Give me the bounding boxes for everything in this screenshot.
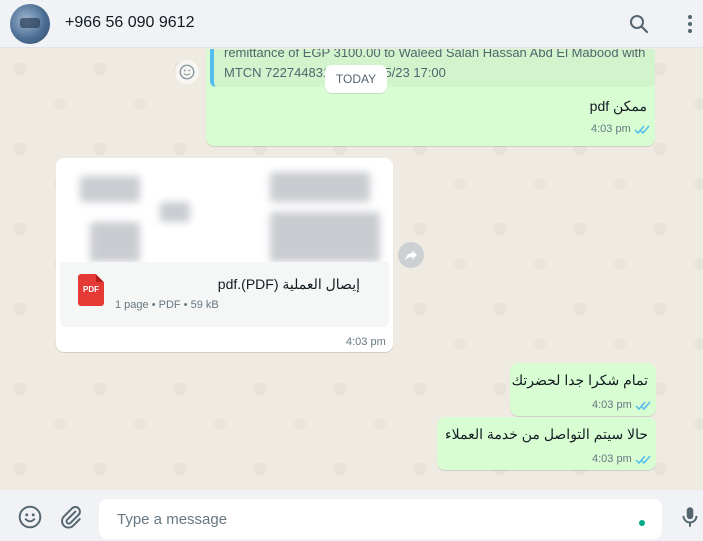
search-icon[interactable] (627, 12, 651, 36)
message-bubble-outgoing[interactable]: حالا سيتم التواصل من خدمة العملاء 4:03 p… (437, 417, 656, 470)
kebab-menu-icon[interactable] (678, 12, 702, 36)
emoji-icon[interactable] (17, 504, 43, 530)
message-input[interactable] (99, 499, 662, 539)
date-separator: TODAY (325, 65, 387, 93)
quoted-text-line: remittance of EGP 3100.00 to Waleed Sala… (224, 49, 646, 60)
quoted-message[interactable]: remittance of EGP 3100.00 to Waleed Sala… (210, 49, 655, 87)
document-preview[interactable] (60, 162, 389, 262)
chat-area: remittance of EGP 3100.00 to Waleed Sala… (0, 49, 703, 490)
emoji-reaction-button[interactable] (175, 60, 199, 84)
message-time: 4:03 pm (592, 453, 632, 465)
message-bubble-incoming-document[interactable]: PDF إيصال العملية (PDF).pdf 1 page • PDF… (56, 158, 393, 352)
contact-avatar[interactable] (10, 4, 50, 44)
message-bubble-outgoing[interactable]: remittance of EGP 3100.00 to Waleed Sala… (206, 49, 655, 146)
read-ticks-icon (634, 125, 650, 135)
microphone-icon[interactable] (677, 504, 703, 530)
read-ticks-icon (635, 455, 651, 465)
message-time: 4:03 pm (592, 399, 632, 411)
message-text: ممكن pdf (589, 98, 647, 114)
forward-button[interactable] (398, 242, 424, 268)
composer-bar (0, 490, 703, 541)
chat-header: +966 56 090 9612 (0, 0, 703, 48)
forward-arrow-icon (405, 250, 417, 261)
message-text: حالا سيتم التواصل من خدمة العملاء (445, 426, 648, 442)
read-ticks-icon (635, 401, 651, 411)
smiley-icon (179, 64, 195, 80)
message-text: تمام شكرا جدا لحضرتك (511, 372, 648, 388)
document-file-meta: 1 page • PDF • 59 kB (115, 299, 219, 311)
message-time: 4:03 pm (346, 336, 386, 348)
contact-name[interactable]: +966 56 090 9612 (65, 14, 194, 32)
message-bubble-outgoing[interactable]: تمام شكرا جدا لحضرتك 4:03 pm (510, 363, 656, 416)
input-indicator-dot (639, 520, 645, 526)
paperclip-icon[interactable] (58, 504, 84, 530)
pdf-file-icon: PDF (78, 274, 104, 306)
document-file-name: إيصال العملية (PDF).pdf (217, 276, 360, 292)
document-file-card[interactable]: PDF إيصال العملية (PDF).pdf 1 page • PDF… (60, 262, 389, 327)
message-time: 4:03 pm (591, 123, 631, 135)
